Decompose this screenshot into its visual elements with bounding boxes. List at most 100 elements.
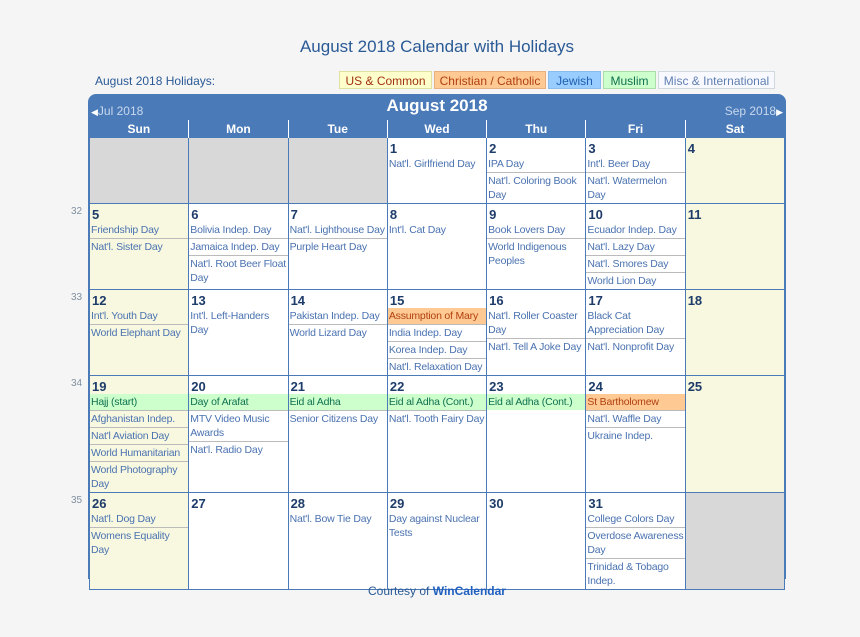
weekday-header-row: Sun Mon Tue Wed Thu Fri Sat: [89, 120, 785, 138]
holiday-event[interactable]: Book Lovers Day: [487, 222, 586, 239]
holiday-event[interactable]: Int'l. Beer Day: [586, 156, 685, 173]
holiday-event[interactable]: Int'l. Left-Handers Day: [189, 308, 287, 338]
next-month-link[interactable]: Sep 2018▶: [725, 104, 783, 118]
holiday-event[interactable]: Pakistan Indep. Day: [288, 308, 387, 325]
holiday-event[interactable]: Nat'l. Bow Tie Day: [289, 511, 387, 527]
day-cell[interactable]: 2 IPA Day Nat'l. Coloring Book Day: [486, 137, 587, 204]
day-cell[interactable]: 3 Int'l. Beer Day Nat'l. Watermelon Day: [585, 137, 686, 204]
holiday-event[interactable]: Day of Arafat: [189, 394, 288, 411]
day-cell[interactable]: 6 Bolivia Indep. Day Jamaica Indep. Day Nat…: [188, 203, 289, 290]
holiday-event[interactable]: Nat'l. Tell A Joke Day: [487, 339, 585, 355]
day-cell[interactable]: 7 Nat'l. Lighthouse Day Purple Heart Day: [287, 203, 388, 290]
holiday-event[interactable]: Ecuador Indep. Day: [586, 222, 685, 239]
holiday-event[interactable]: Senior Citizens Day: [289, 411, 387, 427]
holiday-event[interactable]: Nat'l. Lighthouse Day: [288, 222, 387, 239]
day-cell[interactable]: 10 Ecuador Indep. Day Nat'l. Lazy Day Nat'l…: [585, 203, 686, 290]
day-cell[interactable]: 20 Day of Arafat MTV Video Music Awards Nat…: [188, 375, 289, 493]
holiday-event[interactable]: Nat'l. Lazy Day: [586, 239, 685, 256]
day-number: 8: [389, 207, 398, 222]
day-cell[interactable]: 27: [188, 492, 289, 590]
day-cell[interactable]: 33 12 Int'l. Youth Day World Elephant Day: [71, 289, 190, 376]
day-cell[interactable]: 24 St Bartholomew Nat'l. Waffle Day Ukraine…: [585, 375, 686, 493]
day-cell[interactable]: 31 College Colors Day Overdose Awareness D…: [585, 492, 686, 590]
holiday-event[interactable]: Int'l. Cat Day: [388, 222, 486, 238]
holiday-event[interactable]: Nat'l. Roller Coaster Day: [487, 308, 586, 339]
holiday-event[interactable]: Nat'l. Relaxation Day: [388, 359, 486, 375]
holiday-event[interactable]: World Photography Day: [90, 462, 188, 492]
holiday-event[interactable]: Purple Heart Day: [289, 239, 387, 255]
day-cell[interactable]: 30: [486, 492, 587, 590]
day-cell[interactable]: 13 Int'l. Left-Handers Day: [188, 289, 289, 376]
holiday-event[interactable]: Bolivia Indep. Day: [189, 222, 288, 239]
holiday-event[interactable]: World Elephant Day: [90, 325, 188, 341]
day-cell[interactable]: 35 26 Nat'l. Dog Day Womens Equality Day: [71, 492, 190, 590]
holiday-event[interactable]: Nat'l Aviation Day: [90, 428, 189, 445]
holiday-event[interactable]: Korea Indep. Day: [387, 342, 487, 359]
holiday-event[interactable]: Nat'l. Sister Day: [90, 239, 188, 255]
holiday-event[interactable]: Jamaica Indep. Day: [189, 239, 288, 256]
holiday-event[interactable]: IPA Day: [487, 156, 586, 173]
day-cell[interactable]: 32 5 Friendship Day Nat'l. Sister Day: [71, 203, 190, 290]
legend-us-common: US & Common: [339, 71, 432, 89]
holiday-event[interactable]: Nat'l. Smores Day: [586, 256, 685, 273]
day-cell[interactable]: 29 Day against Nuclear Tests: [386, 492, 488, 590]
holiday-event[interactable]: Ukraine Indep.: [586, 428, 684, 444]
day-cell[interactable]: 15 Assumption of Mary India Indep. Day Kore…: [386, 289, 488, 376]
holiday-event[interactable]: Eid al Adha (Cont.): [487, 394, 586, 410]
empty-day-cell: [88, 137, 190, 204]
holiday-event[interactable]: Nat'l. Coloring Book Day: [487, 173, 585, 203]
day-cell[interactable]: 22 Eid al Adha (Cont.) Nat'l. Tooth Fairy …: [386, 375, 488, 493]
holiday-event[interactable]: Nat'l. Watermelon Day: [586, 173, 684, 203]
holiday-event[interactable]: Day against Nuclear Tests: [388, 511, 486, 541]
week-row: 34 19 Hajj (start) Afghanistan Indep. Nat'l …: [71, 375, 786, 493]
holiday-event[interactable]: World Indigenous Peoples: [487, 239, 585, 269]
holiday-event[interactable]: College Colors Day: [586, 511, 685, 528]
day-cell[interactable]: 11: [684, 203, 786, 290]
day-cell[interactable]: 21 Eid al Adha Senior Citizens Day: [287, 375, 388, 493]
holiday-event[interactable]: Hajj (start): [90, 394, 189, 411]
day-number: 5: [92, 207, 100, 222]
wincalendar-link[interactable]: WinCalendar: [433, 584, 506, 598]
holiday-event[interactable]: India Indep. Day: [387, 325, 487, 342]
week-number: 35: [71, 495, 83, 506]
day-cell[interactable]: 1 Nat'l. Girlfriend Day: [386, 137, 488, 204]
holiday-event[interactable]: Assumption of Mary: [387, 308, 487, 325]
day-cell[interactable]: 18: [684, 289, 786, 376]
holiday-event[interactable]: Afghanistan Indep.: [90, 411, 189, 428]
holiday-event[interactable]: Overdose Awareness Day: [586, 528, 685, 559]
holiday-event[interactable]: Nat'l. Waffle Day: [586, 411, 685, 428]
holiday-event[interactable]: World Lizard Day: [289, 325, 387, 341]
calendar-grid: Sun Mon Tue Wed Thu Fri Sat 1 Nat'l. Girlfriend…: [71, 120, 786, 590]
day-cell[interactable]: 25: [684, 375, 786, 493]
holiday-event[interactable]: Eid al Adha (Cont.): [387, 394, 487, 411]
day-cell[interactable]: 9 Book Lovers Day World Indigenous Peoples: [486, 203, 587, 290]
day-number: 30: [489, 496, 504, 511]
holiday-event[interactable]: Int'l. Youth Day: [90, 308, 189, 325]
holiday-event[interactable]: World Humanitarian: [90, 445, 189, 462]
day-cell[interactable]: 16 Nat'l. Roller Coaster Day Nat'l. Tell A…: [486, 289, 587, 376]
day-number: 21: [290, 379, 306, 394]
weekday-header-sat: Sat: [684, 120, 785, 138]
holiday-event[interactable]: Eid al Adha: [288, 394, 387, 411]
holiday-event[interactable]: World Lion Day: [586, 273, 684, 289]
holiday-event[interactable]: Womens Equality Day: [90, 528, 188, 558]
day-cell[interactable]: 8 Int'l. Cat Day: [386, 203, 488, 290]
holiday-event[interactable]: St Bartholomew: [586, 394, 685, 411]
holiday-event[interactable]: Nat'l. Dog Day: [90, 511, 189, 528]
holiday-event[interactable]: Nat'l. Tooth Fairy Day: [388, 411, 486, 427]
day-cell[interactable]: 23 Eid al Adha (Cont.): [486, 375, 587, 493]
holiday-event[interactable]: Nat'l. Nonprofit Day: [586, 339, 684, 355]
holiday-event[interactable]: MTV Video Music Awards: [189, 411, 288, 442]
holiday-event[interactable]: Nat'l. Girlfriend Day: [388, 156, 486, 172]
day-cell[interactable]: 4: [684, 137, 786, 204]
holiday-event[interactable]: Nat'l. Root Beer Float Day: [189, 256, 287, 286]
next-month-label: Sep 2018: [724, 104, 777, 118]
day-number: 15: [389, 293, 405, 308]
day-cell[interactable]: 28 Nat'l. Bow Tie Day: [287, 492, 388, 590]
day-cell[interactable]: 17 Black Cat Appreciation Day Nat'l. Nonpr…: [585, 289, 686, 376]
holiday-event[interactable]: Nat'l. Radio Day: [189, 442, 287, 458]
day-cell[interactable]: 14 Pakistan Indep. Day World Lizard Day: [287, 289, 388, 376]
holiday-event[interactable]: Black Cat Appreciation Day: [586, 308, 685, 339]
day-cell[interactable]: 34 19 Hajj (start) Afghanistan Indep. Nat'l …: [71, 375, 190, 493]
holiday-event[interactable]: Friendship Day: [90, 222, 189, 239]
